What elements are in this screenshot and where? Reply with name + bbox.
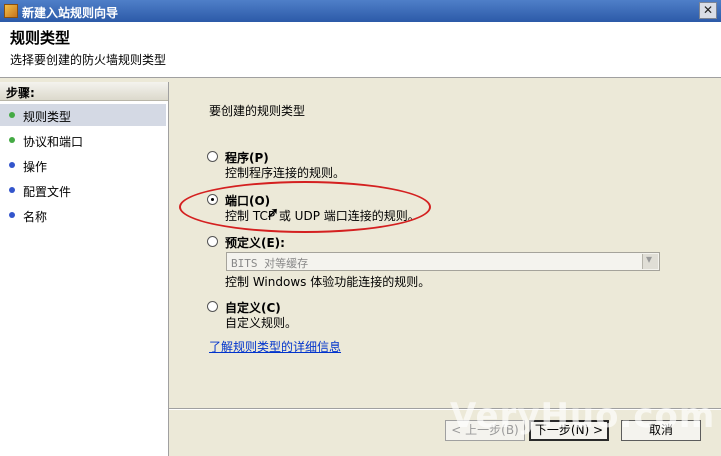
step-status-icon xyxy=(9,212,15,218)
step-rule-type[interactable]: 规则类型 xyxy=(0,104,166,126)
page-title: 规则类型 xyxy=(10,29,71,47)
option-description: 控制 TCP 或 UDP 端口连接的规则。 xyxy=(225,209,420,223)
step-label: 操作 xyxy=(23,160,48,174)
rule-type-question: 要创建的规则类型 xyxy=(209,104,306,118)
title-bar[interactable]: 新建入站规则向导 xyxy=(0,0,721,22)
step-label: 协议和端口 xyxy=(23,135,84,149)
chevron-down-icon[interactable] xyxy=(642,252,658,269)
predefined-select[interactable]: BITS 对等缓存 xyxy=(226,252,660,271)
radio-program[interactable] xyxy=(207,151,218,162)
close-button[interactable] xyxy=(699,2,717,19)
option-description: 控制程序连接的规则。 xyxy=(225,166,346,180)
step-label: 配置文件 xyxy=(23,185,72,199)
page-subtitle: 选择要创建的防火墙规则类型 xyxy=(10,53,167,67)
step-status-icon xyxy=(9,162,15,168)
radio-predefined[interactable] xyxy=(207,236,218,247)
mouse-cursor-icon: ➚ xyxy=(266,203,280,222)
predefined-select-value: BITS 对等缓存 xyxy=(231,257,309,270)
step-protocol-port[interactable]: 协议和端口 xyxy=(0,129,166,151)
option-label[interactable]: 预定义(E): xyxy=(225,234,285,251)
steps-header: 步骤: xyxy=(0,82,168,101)
option-description: 控制 Windows 体验功能连接的规则。 xyxy=(225,275,431,289)
step-label: 规则类型 xyxy=(23,110,72,124)
step-profile[interactable]: 配置文件 xyxy=(0,179,166,201)
step-status-icon xyxy=(9,112,15,118)
learn-more-link[interactable]: 了解规则类型的详细信息 xyxy=(209,338,341,355)
firewall-app-icon xyxy=(4,4,18,18)
radio-port[interactable] xyxy=(207,194,218,205)
window-title: 新建入站规则向导 xyxy=(22,6,119,20)
step-status-icon xyxy=(9,187,15,193)
steps-panel: 步骤: 规则类型 协议和端口 操作 配置文件 名称 xyxy=(0,82,169,456)
step-status-icon xyxy=(9,137,15,143)
wizard-window: 新建入站规则向导 规则类型 选择要创建的防火墙规则类型 步骤: 规则类型 协议和… xyxy=(0,0,721,456)
watermark: VeryHuo.com xyxy=(450,396,716,436)
option-description: 自定义规则。 xyxy=(225,316,298,330)
step-action[interactable]: 操作 xyxy=(0,154,166,176)
radio-custom[interactable] xyxy=(207,301,218,312)
steps-title: 步骤: xyxy=(6,86,35,100)
step-name[interactable]: 名称 xyxy=(0,204,166,226)
wizard-header: 规则类型 选择要创建的防火墙规则类型 xyxy=(0,22,721,78)
step-label: 名称 xyxy=(23,210,48,224)
